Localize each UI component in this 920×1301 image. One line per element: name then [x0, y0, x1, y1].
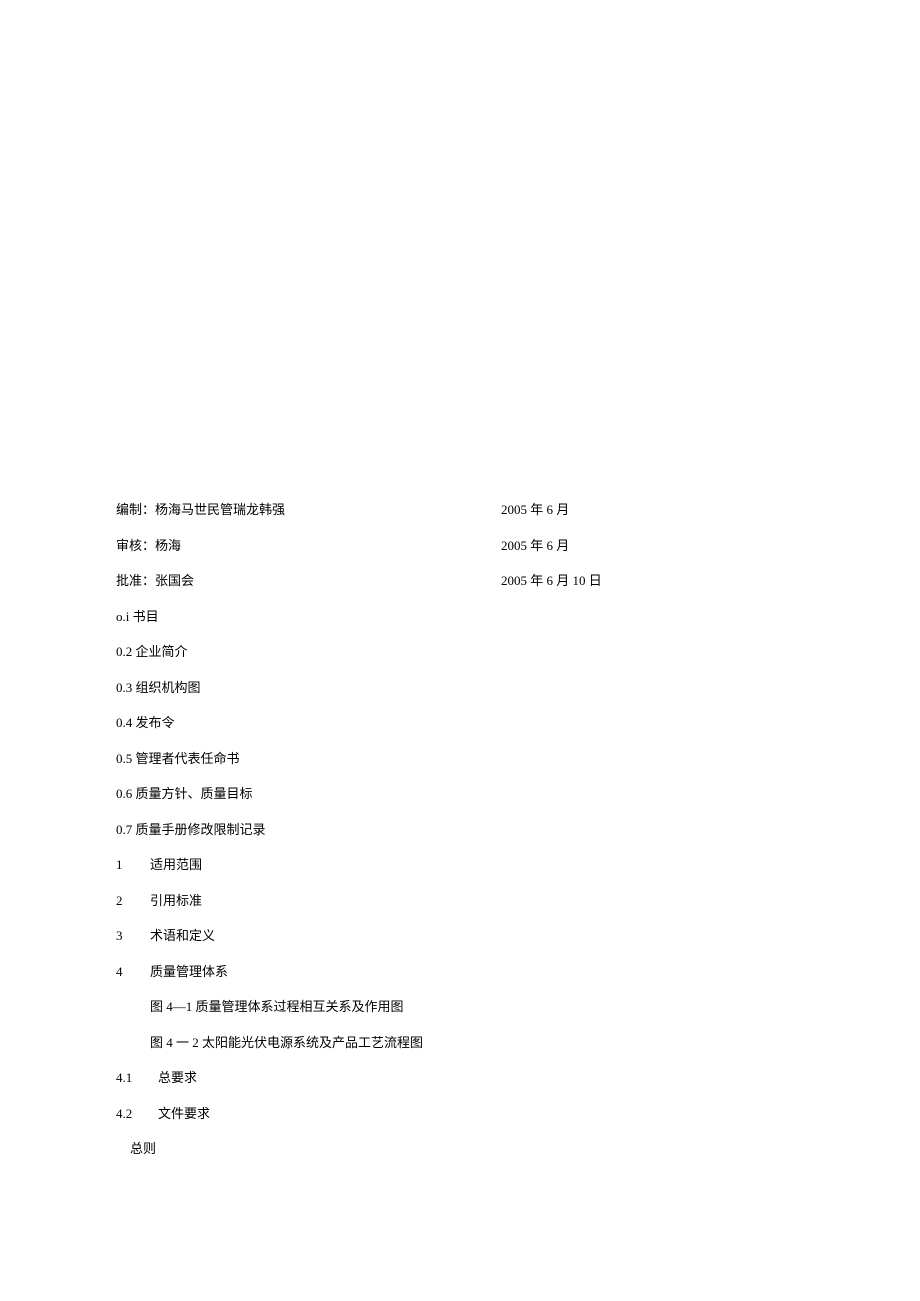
compiled-by-label: 编制： — [116, 502, 155, 517]
toc-label-4-1: 总要求 — [158, 1068, 197, 1088]
reviewed-by-names: 杨海 — [155, 538, 181, 553]
toc-label-2: 引用标准 — [150, 891, 202, 911]
toc-item-4: 4 质量管理体系 — [116, 962, 804, 982]
toc-fig-4-1: 图 4—1 质量管理体系过程相互关系及作用图 — [116, 997, 804, 1017]
approved-by-left: 批准：张国会 — [116, 571, 501, 591]
reviewed-date: 2005 年 6 月 — [501, 536, 804, 556]
toc-item-1: 1 适用范围 — [116, 855, 804, 875]
toc-item-4-1: 4.1 总要求 — [116, 1068, 804, 1088]
reviewed-by-row: 审核：杨海 2005 年 6 月 — [116, 536, 804, 556]
toc-item-4-2: 4.2 文件要求 — [116, 1104, 804, 1124]
toc-label-1: 适用范围 — [150, 855, 202, 875]
compiled-date: 2005 年 6 月 — [501, 500, 804, 520]
approved-by-row: 批准：张国会 2005 年 6 月 10 日 — [116, 571, 804, 591]
toc-num-4-2: 4.2 — [116, 1104, 158, 1124]
toc-label-4-2: 文件要求 — [158, 1104, 210, 1124]
approved-by-names: 张国会 — [155, 573, 194, 588]
toc-item-0-7: 0.7 质量手册修改限制记录 — [116, 820, 804, 840]
toc-num-3: 3 — [116, 926, 150, 946]
toc-num-2: 2 — [116, 891, 150, 911]
toc-item-3: 3 术语和定义 — [116, 926, 804, 946]
toc-item-0-1: o.i 书目 — [116, 607, 804, 627]
toc-num-1: 1 — [116, 855, 150, 875]
toc-item-0-3: 0.3 组织机构图 — [116, 678, 804, 698]
approved-by-label: 批准： — [116, 573, 155, 588]
toc-final: 总则 — [116, 1139, 804, 1159]
document-content: 编制：杨海马世民管瑞龙韩强 2005 年 6 月 审核：杨海 2005 年 6 … — [116, 500, 804, 1175]
toc-label-3: 术语和定义 — [150, 926, 215, 946]
approved-date: 2005 年 6 月 10 日 — [501, 571, 804, 591]
toc-num-4-1: 4.1 — [116, 1068, 158, 1088]
reviewed-by-left: 审核：杨海 — [116, 536, 501, 556]
compiled-by-row: 编制：杨海马世民管瑞龙韩强 2005 年 6 月 — [116, 500, 804, 520]
toc-item-0-5: 0.5 管理者代表任命书 — [116, 749, 804, 769]
toc-item-0-4: 0.4 发布令 — [116, 713, 804, 733]
toc-num-4: 4 — [116, 962, 150, 982]
toc-label-4: 质量管理体系 — [150, 962, 228, 982]
compiled-by-left: 编制：杨海马世民管瑞龙韩强 — [116, 500, 501, 520]
compiled-by-names: 杨海马世民管瑞龙韩强 — [155, 502, 285, 517]
toc-fig-4-2: 图 4 一 2 太阳能光伏电源系统及产品工艺流程图 — [116, 1033, 804, 1053]
toc-item-0-2: 0.2 企业简介 — [116, 642, 804, 662]
toc-item-0-6: 0.6 质量方针、质量目标 — [116, 784, 804, 804]
toc-item-2: 2 引用标准 — [116, 891, 804, 911]
reviewed-by-label: 审核： — [116, 538, 155, 553]
